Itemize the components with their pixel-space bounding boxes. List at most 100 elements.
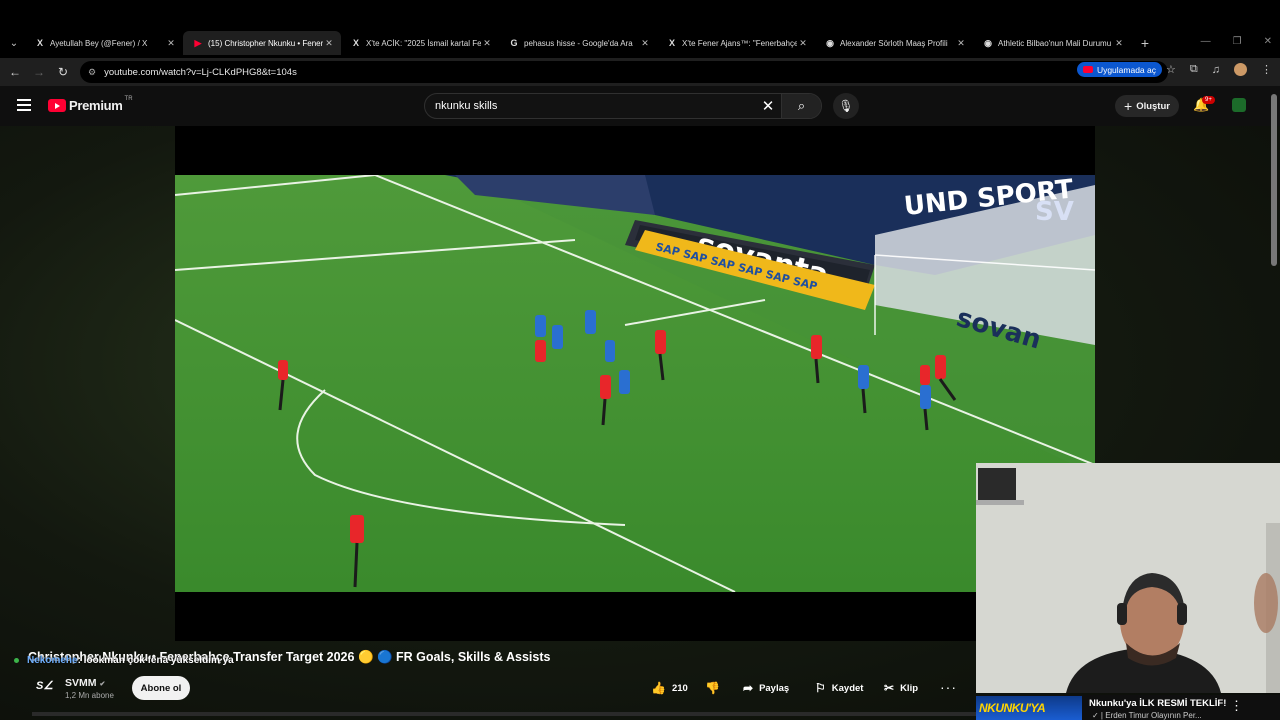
tab-close-icon[interactable]: ✕ xyxy=(481,38,493,49)
search-icon[interactable]: ⌕ xyxy=(781,94,821,118)
browser-tab[interactable]: X Ayetullah Bey (@Fener) / X ✕ xyxy=(25,31,183,55)
youtube-logo[interactable]: Premium TR xyxy=(48,95,133,113)
url-text[interactable]: youtube.com/watch?v=Lj-CLKdPHG8&t=104s xyxy=(104,67,297,78)
account-avatar[interactable] xyxy=(1232,98,1246,112)
x-icon: X xyxy=(352,38,359,48)
notification-badge: 9+ xyxy=(1202,96,1215,104)
chrome-menu-icon[interactable]: ⋮ xyxy=(1261,63,1272,76)
like-count: 210 xyxy=(671,682,688,694)
browser-tab[interactable]: Gpehasus hisse - Google'da Ara ✕ xyxy=(499,31,657,55)
channel-name-text[interactable]: SVMM xyxy=(65,677,97,689)
live-dot-icon xyxy=(14,658,19,663)
football-pitch-scene: sovanta SAP SAP SAP SAP SAP SAP sovan UN… xyxy=(175,175,1095,592)
share-label: Paylaş xyxy=(759,682,790,694)
tab-search-dropdown-icon[interactable]: ⌄ xyxy=(3,32,25,54)
tab-title: X'te ACİK: "2025 İsmail kartal Fenerbahç… xyxy=(366,38,481,48)
recommended-title[interactable]: Nkunku'ya İLK RESMİ TEKLİF! xyxy=(1089,698,1226,709)
youtube-play-icon xyxy=(48,99,66,112)
menu-icon[interactable] xyxy=(17,99,31,114)
toolbar-icons: ☆ ⧉ ♫ ⋮ xyxy=(1166,63,1272,76)
browser-tab[interactable]: ▶ (15) Christopher Nkunku • Fenerbahçe✕ xyxy=(183,31,341,55)
reload-icon[interactable]: ↻ xyxy=(51,65,75,79)
search-box: nkunku skills ✕ ⌕ xyxy=(424,93,822,119)
more-actions-icon[interactable]: ··· xyxy=(940,679,957,695)
window-controls: — ❐ ✕ xyxy=(1201,36,1272,47)
scissors-icon: ✂ xyxy=(884,681,895,695)
thumbs-up-icon: 👍 xyxy=(651,681,666,695)
tab-close-icon[interactable]: ✕ xyxy=(955,38,967,49)
comment-text: : lookman çok fena yükseldim ya xyxy=(77,655,234,666)
tabs-row: ⌄ X Ayetullah Bey (@Fener) / X ✕ ▶ (15) Chri… xyxy=(0,31,1280,55)
share-button[interactable]: ➦ Paylaş xyxy=(743,677,789,699)
minimize-icon[interactable]: — xyxy=(1201,36,1211,47)
tab-close-icon[interactable]: ✕ xyxy=(797,38,809,49)
browser-tab[interactable]: X X'te Fener Ajans™: "Fenerbahçe ✕ xyxy=(657,31,815,55)
recommended-menu-icon[interactable]: ⋮ xyxy=(1230,698,1243,714)
clip-label: Klip xyxy=(900,682,919,694)
restore-icon[interactable]: ❐ xyxy=(1233,36,1242,47)
plus-icon: + xyxy=(1124,98,1133,114)
new-tab-icon[interactable]: + xyxy=(1135,35,1155,51)
country-code: TR xyxy=(124,95,133,102)
subscriber-count: 1,2 Mn abone xyxy=(65,691,114,700)
open-in-app-button[interactable]: Uygulamada aç xyxy=(1076,62,1162,77)
tab-title: X'te Fener Ajans™: "Fenerbahçe xyxy=(682,38,797,48)
tab-title: Athletic Bilbao'nun Mali Durumu xyxy=(998,38,1112,48)
page-scrollbar[interactable] xyxy=(1271,94,1277,266)
search-input[interactable]: nkunku skills xyxy=(435,100,755,112)
x-icon: X xyxy=(36,38,43,48)
open-in-app-label: Uygulamada aç xyxy=(1096,64,1156,75)
omnibox[interactable]: ⚙ youtube.com/watch?v=Lj-CLKdPHG8&t=104s xyxy=(80,61,1168,83)
save-button[interactable]: ⚐ Kaydet xyxy=(815,677,863,699)
browser-tab[interactable]: X X'te ACİK: "2025 İsmail kartal Fenerbah… xyxy=(341,31,499,55)
media-controls-icon[interactable]: ♫ xyxy=(1212,64,1220,76)
x-icon: X xyxy=(668,38,675,48)
youtube-masthead: Premium TR nkunku skills ✕ ⌕ 🎙 + Oluştur… xyxy=(0,86,1280,126)
save-label: Kaydet xyxy=(831,682,864,694)
page-bottom-strip xyxy=(32,712,976,716)
tab-title: (15) Christopher Nkunku • Fenerbahçe xyxy=(208,38,323,48)
create-button[interactable]: + Oluştur xyxy=(1115,95,1179,117)
tab-close-icon[interactable]: ✕ xyxy=(1113,38,1125,49)
clip-button[interactable]: ✂ Klip xyxy=(884,677,918,699)
profile-avatar[interactable] xyxy=(1234,63,1247,76)
tab-close-icon[interactable]: ✕ xyxy=(639,38,651,49)
bookmark-icon: ⚐ xyxy=(815,681,826,695)
channel-name[interactable]: SVMM ✔ xyxy=(65,677,105,689)
browser-tabstrip: ⌄ X Ayetullah Bey (@Fener) / X ✕ ▶ (15) Chri… xyxy=(0,0,1280,58)
tab-close-icon[interactable]: ✕ xyxy=(323,38,335,49)
tab-title: Alexander Sörloth Maaş Profili xyxy=(840,38,948,48)
live-comment-overlay: Nekomehe : lookman çok fena yükseldim ya xyxy=(14,655,234,666)
clear-search-icon[interactable]: ✕ xyxy=(755,97,781,115)
share-arrow-icon: ➦ xyxy=(743,681,754,695)
globe-icon: ◉ xyxy=(826,37,834,48)
youtube-icon: ▶ xyxy=(194,37,202,48)
site-info-icon[interactable]: ⚙ xyxy=(88,67,96,78)
window-close-icon[interactable]: ✕ xyxy=(1264,36,1272,47)
voice-search-icon[interactable]: 🎙 xyxy=(833,93,859,119)
tab-close-icon[interactable]: ✕ xyxy=(165,38,177,49)
bookmark-star-icon[interactable]: ☆ xyxy=(1166,63,1176,76)
verified-icon: ✔ xyxy=(99,681,106,688)
google-icon: G xyxy=(510,38,518,48)
video-frame[interactable]: sovanta SAP SAP SAP SAP SAP SAP sovan UN… xyxy=(175,175,1095,592)
browser-tab[interactable]: ◉ Alexander Sörloth Maaş Profili ✕ xyxy=(815,31,973,55)
webcam-scene xyxy=(976,463,1280,693)
dislike-button[interactable]: 👎 xyxy=(705,677,726,699)
comment-username: Nekomehe xyxy=(27,655,78,666)
browser-tab[interactable]: ◉ Athletic Bilbao'nun Mali Durumu ✕ xyxy=(973,31,1131,55)
logo-wordmark: Premium xyxy=(69,98,123,113)
subscribe-button[interactable]: Abone ol xyxy=(132,676,190,700)
back-icon[interactable]: ← xyxy=(3,65,27,79)
forward-icon[interactable]: → xyxy=(27,65,51,79)
youtube-small-icon xyxy=(1082,66,1093,73)
address-bar-row: ← → ↻ ⚙ youtube.com/watch?v=Lj-CLKdPHG8&… xyxy=(0,58,1280,86)
streamer-webcam xyxy=(976,463,1280,693)
extensions-icon[interactable]: ⧉ xyxy=(1190,63,1198,76)
create-label: Oluştur xyxy=(1136,100,1170,112)
like-button[interactable]: 👍 210 xyxy=(651,677,688,699)
channel-avatar[interactable]: S∠ xyxy=(36,679,53,695)
tab-title: pehasus hisse - Google'da Ara xyxy=(524,38,633,48)
thumbs-down-icon: 👎 xyxy=(705,681,720,695)
recommended-thumbnail[interactable]: NKUNKU'YA TEKLİF xyxy=(976,696,1082,720)
